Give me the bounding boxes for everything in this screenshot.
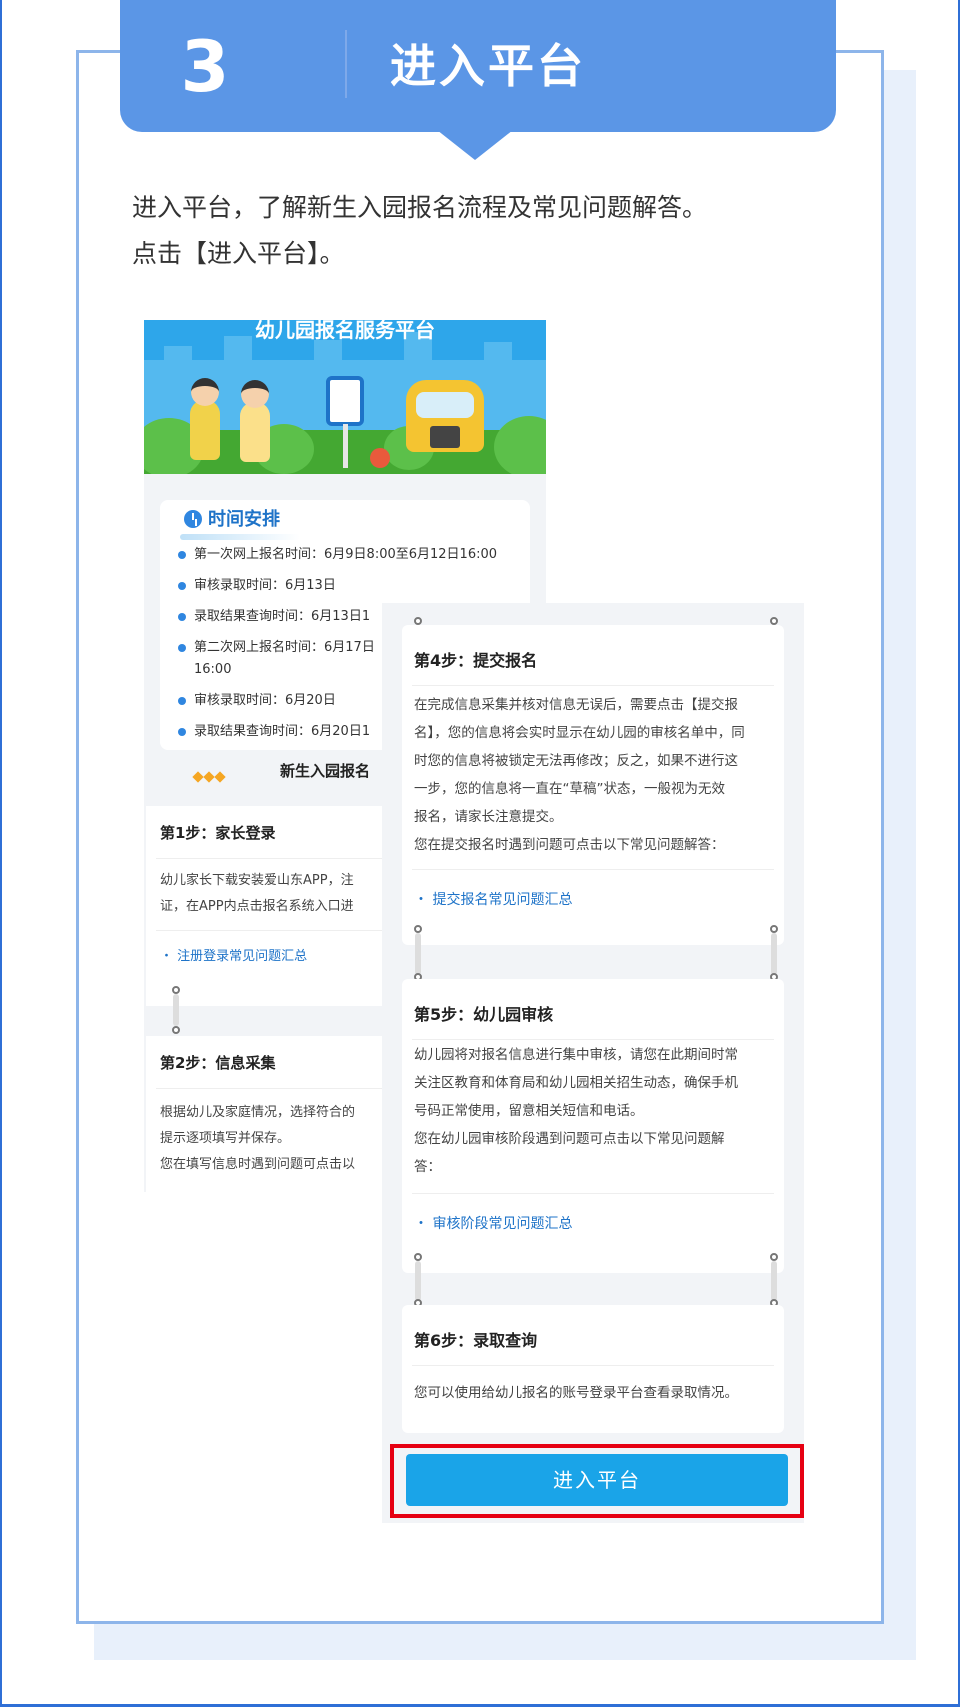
ball-icon bbox=[370, 448, 390, 468]
step4-card: 第4步：提交报名 在完成信息采集并核对信息无误后，需要点击【提交报 名】，您的信… bbox=[402, 625, 784, 945]
schedule-title: 时间安排 bbox=[208, 509, 280, 530]
step2-text-line: 您在填写信息时遇到问题可点击以 bbox=[160, 1157, 356, 1172]
step2-text-line: 根据幼儿及家庭情况，选择符合的 bbox=[160, 1105, 356, 1120]
title-underline bbox=[180, 534, 300, 540]
connector-rod bbox=[173, 994, 179, 1026]
divider bbox=[412, 1365, 774, 1366]
connector-rod bbox=[415, 933, 421, 975]
hero-banner: 幼儿园报名服务平台 bbox=[144, 320, 546, 474]
step1-text-line: 幼儿家长下载安装爱山东APP，注 bbox=[160, 873, 354, 888]
connector-ring bbox=[414, 925, 422, 933]
connector-rod bbox=[415, 1261, 421, 1301]
step2-text-line: 提示逐项填写并保存。 bbox=[160, 1131, 291, 1146]
step5-text-line: 关注区教育和体育局和幼儿园相关招生动态，确保手机 bbox=[414, 1075, 738, 1091]
step1-text-line: 证，在APP内点击报名系统入口进 bbox=[160, 899, 354, 914]
connector-rod bbox=[771, 1261, 777, 1301]
clock-icon bbox=[184, 510, 202, 528]
step5-text-line: 您在幼儿园审核阶段遇到问题可点击以下常见问题解 bbox=[414, 1131, 725, 1147]
schedule-item: 第一次网上报名时间：6月9日8:00至6月12日16:00 bbox=[194, 547, 498, 562]
step4-title: 第4步：提交报名 bbox=[414, 651, 538, 670]
hero-title: 幼儿园报名服务平台 bbox=[255, 320, 435, 342]
bullet-dot bbox=[178, 644, 186, 652]
connector-rod bbox=[771, 933, 777, 975]
review-faq-link[interactable]: ・ 审核阶段常见问题汇总 bbox=[414, 1213, 572, 1235]
schedule-item: 第二次网上报名时间：6月17日 bbox=[194, 640, 375, 655]
step4-text-line: 报名，请家长注意提交。 bbox=[414, 809, 563, 825]
child-boy-icon bbox=[190, 400, 220, 460]
connector-ring bbox=[414, 1253, 422, 1261]
banner-pointer bbox=[437, 130, 513, 160]
description-line-2: 点击【进入平台】。 bbox=[132, 239, 345, 268]
page-edge-left bbox=[0, 0, 2, 1707]
schedule-item: 录取结果查询时间：6月13日1 bbox=[194, 609, 371, 624]
step6-card: 第6步：录取查询 您可以使用给幼儿报名的账号登录平台查看录取情况。 bbox=[402, 1305, 784, 1433]
schedule-item: 审核录取时间：6月20日 bbox=[194, 693, 336, 708]
step6-text-line: 您可以使用给幼儿报名的账号登录平台查看录取情况。 bbox=[414, 1385, 738, 1401]
connector-ring bbox=[172, 1026, 180, 1034]
step5-title: 第5步：幼儿园审核 bbox=[414, 1005, 554, 1024]
step2-title: 第2步：信息采集 bbox=[160, 1054, 276, 1072]
step5-text-line: 答： bbox=[414, 1159, 441, 1175]
step5-card: 第5步：幼儿园审核 幼儿园将对报名信息进行集中审核，请您在此期间时常 关注区教育… bbox=[402, 979, 784, 1273]
divider bbox=[412, 685, 774, 686]
connector-ring bbox=[770, 1253, 778, 1261]
bus-window bbox=[416, 392, 474, 418]
register-login-faq-link[interactable]: ・ 注册登录常见问题汇总 bbox=[160, 946, 307, 968]
sign-pole bbox=[343, 424, 348, 468]
platform-screenshot-right: 第4步：提交报名 在完成信息采集并核对信息无误后，需要点击【提交报 名】，您的信… bbox=[382, 603, 804, 1523]
school-bus-icon bbox=[406, 380, 484, 452]
step1-title: 第1步：家长登录 bbox=[160, 824, 276, 842]
schedule-item: 录取结果查询时间：6月20日1 bbox=[194, 724, 371, 739]
step5-text-line: 幼儿园将对报名信息进行集中审核，请您在此期间时常 bbox=[414, 1047, 738, 1063]
submit-faq-link[interactable]: ・ 提交报名常见问题汇总 bbox=[414, 889, 572, 911]
connector-ring bbox=[172, 986, 180, 994]
child-head-icon bbox=[241, 380, 269, 408]
bullet-dot bbox=[178, 728, 186, 736]
step4-text-line: 时您的信息将被锁定无法再修改；反之，如果不进行这 bbox=[414, 753, 738, 769]
connector-ring bbox=[770, 925, 778, 933]
flow-title: 新生入园报名 bbox=[280, 762, 371, 780]
step4-text-line: 您在提交报名时遇到问题可点击以下常见问题解答： bbox=[414, 837, 725, 853]
bullet-dot bbox=[178, 697, 186, 705]
child-head-icon bbox=[191, 378, 219, 406]
connector-ring bbox=[414, 617, 422, 625]
bullet-dot bbox=[178, 582, 186, 590]
divider bbox=[412, 869, 774, 870]
bus-grill bbox=[430, 426, 460, 448]
bus-stop-sign-icon bbox=[326, 376, 364, 426]
child-girl-icon bbox=[240, 402, 270, 462]
schedule-item-continued: 16:00 bbox=[194, 662, 232, 677]
step5-text-line: 号码正常使用，留意相关短信和电话。 bbox=[414, 1103, 644, 1119]
divider bbox=[412, 1039, 774, 1040]
step-title: 进入平台 bbox=[390, 39, 586, 93]
divider bbox=[412, 1193, 774, 1194]
step4-text-line: 一步，您的信息将一直在“草稿”状态，一般视为无效 bbox=[414, 781, 725, 797]
connector-ring bbox=[770, 617, 778, 625]
description-line-1: 进入平台，了解新生入园报名流程及常见问题解答。 bbox=[132, 193, 708, 222]
step4-text-line: 名】，您的信息将会实时显示在幼儿园的审核名单中，同 bbox=[414, 725, 745, 741]
step6-title: 第6步：录取查询 bbox=[414, 1331, 538, 1350]
step-number: 3 bbox=[180, 26, 230, 108]
bullet-dot bbox=[178, 613, 186, 621]
schedule-item: 审核录取时间：6月13日 bbox=[194, 578, 336, 593]
banner-divider bbox=[345, 30, 347, 98]
step4-text-line: 在完成信息采集并核对信息无误后，需要点击【提交报 bbox=[414, 697, 738, 713]
bullet-dot bbox=[178, 551, 186, 559]
diamond-decoration-icon bbox=[192, 766, 230, 783]
highlight-box bbox=[390, 1444, 804, 1518]
